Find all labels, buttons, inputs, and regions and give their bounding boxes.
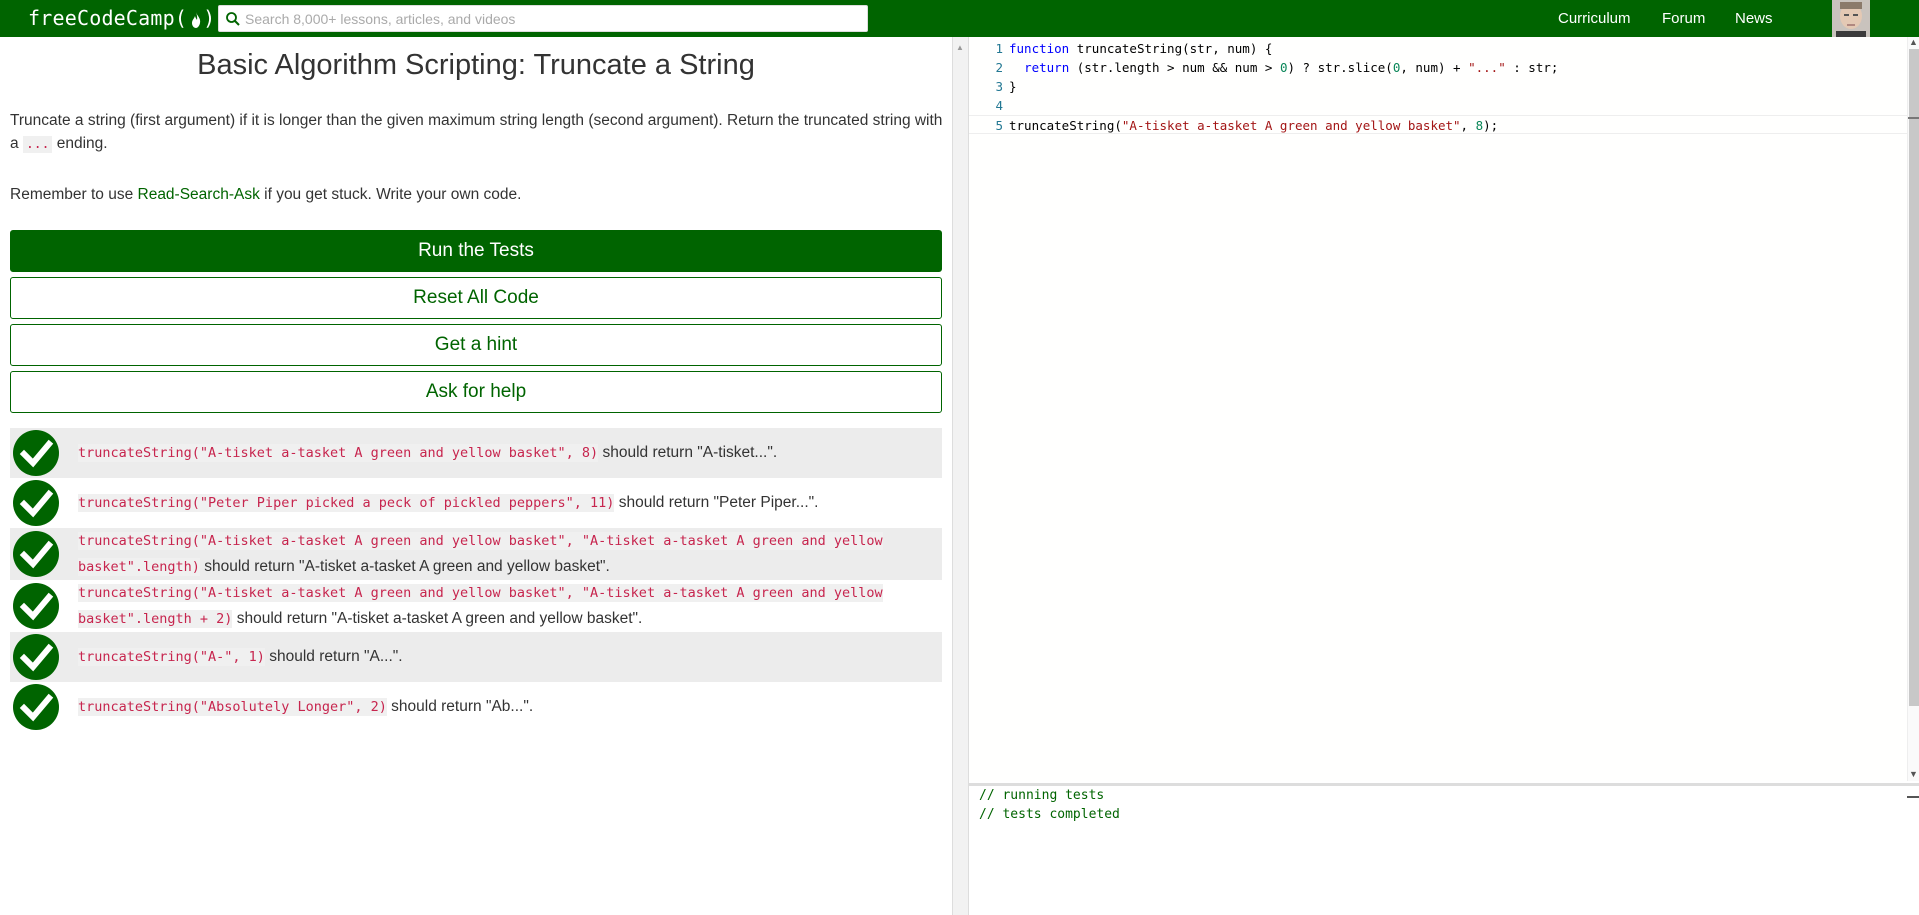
code-editor[interactable]: 1 function truncateString(str, num) { 2 r… bbox=[969, 37, 1919, 781]
user-avatar[interactable] bbox=[1832, 0, 1870, 37]
test-row: truncateString("A-tisket a-tasket A gree… bbox=[10, 528, 942, 580]
reset-code-button[interactable]: Reset All Code bbox=[10, 277, 942, 319]
code-line: 2 return (str.length > num && num > 0) ?… bbox=[969, 58, 1909, 77]
nav-link-forum[interactable]: Forum bbox=[1662, 0, 1705, 37]
test-code: truncateString("Absolutely Longer", 2) bbox=[78, 698, 387, 716]
editor-scrollbar[interactable]: ▲ ▼ bbox=[1907, 37, 1919, 781]
freecodecamp-logo[interactable]: freeCodeCamp() bbox=[28, 6, 215, 30]
check-circle-icon bbox=[13, 480, 59, 526]
scroll-down-arrow-icon[interactable]: ▼ bbox=[1909, 769, 1918, 779]
code-line-text: return (str.length > num && num > 0) ? s… bbox=[1024, 60, 1559, 75]
read-search-ask-link[interactable]: Read-Search-Ask bbox=[138, 186, 260, 203]
test-row: truncateString("Peter Piper picked a pec… bbox=[10, 478, 942, 528]
avatar-image bbox=[1832, 0, 1870, 37]
flame-icon bbox=[192, 11, 201, 28]
scrollbar-thumb[interactable] bbox=[1909, 49, 1919, 706]
code-line: 1 function truncateString(str, num) { bbox=[969, 39, 1909, 58]
line-number: 4 bbox=[995, 98, 1003, 113]
test-row: truncateString("A-", 1) should return "A… bbox=[10, 632, 942, 682]
code-line-text: function truncateString(str, num) { bbox=[1009, 41, 1273, 56]
challenge-title: Basic Algorithm Scripting: Truncate a St… bbox=[197, 49, 755, 81]
collapse-arrow-icon[interactable]: ▲ bbox=[956, 43, 964, 52]
test-row: truncateString("Absolutely Longer", 2) s… bbox=[10, 682, 942, 732]
search-icon bbox=[226, 12, 240, 26]
console-line: // running tests bbox=[979, 788, 1105, 803]
code-line-text: truncateString("A-tisket a-tasket A gree… bbox=[1009, 118, 1499, 133]
nav-link-curriculum[interactable]: Curriculum bbox=[1558, 0, 1631, 37]
test-description: truncateString("A-tisket a-tasket A gree… bbox=[78, 580, 942, 632]
test-expectation: should return "Ab...". bbox=[386, 698, 534, 715]
search-input[interactable] bbox=[245, 8, 855, 29]
test-code: truncateString("A-", 1) bbox=[78, 648, 265, 666]
test-description: truncateString("Peter Piper picked a pec… bbox=[78, 490, 838, 516]
logo-text-end: ) bbox=[203, 6, 216, 30]
test-description: truncateString("Absolutely Longer", 2) s… bbox=[78, 694, 553, 720]
test-list: truncateString("A-tisket a-tasket A gree… bbox=[10, 428, 942, 732]
nav-link-news[interactable]: News bbox=[1735, 0, 1773, 37]
test-description: truncateString("A-tisket a-tasket A gree… bbox=[78, 440, 797, 466]
description-text: Truncate a string (first argument) if it… bbox=[10, 112, 943, 152]
panel-resize-handle[interactable]: ▲ bbox=[952, 37, 969, 915]
test-expectation: should return "A...". bbox=[264, 648, 403, 665]
reminder-text-end: if you get stuck. Write your own code. bbox=[259, 186, 522, 203]
line-number: 2 bbox=[995, 60, 1003, 75]
test-expectation: should return "A-tisket a-tasket A green… bbox=[232, 610, 643, 627]
test-row: truncateString("A-tisket a-tasket A gree… bbox=[10, 428, 942, 478]
reminder-text: Remember to use bbox=[10, 186, 138, 203]
line-number: 5 bbox=[995, 118, 1003, 133]
navbar: freeCodeCamp() Curriculum Forum News bbox=[0, 0, 1919, 37]
check-circle-icon bbox=[13, 531, 59, 577]
line-number: 1 bbox=[995, 41, 1003, 56]
code-line: 3} bbox=[969, 77, 1909, 96]
check-circle-icon bbox=[13, 583, 59, 629]
code-line-text: } bbox=[1009, 79, 1017, 94]
description-text-end: ending. bbox=[52, 135, 108, 152]
check-circle-icon bbox=[13, 684, 59, 730]
test-expectation: should return "Peter Piper...". bbox=[614, 494, 819, 511]
test-expectation: should return "A-tisket a-tasket A green… bbox=[199, 558, 610, 575]
test-row: truncateString("A-tisket a-tasket A gree… bbox=[10, 580, 942, 632]
test-code: truncateString("A-tisket a-tasket A gree… bbox=[78, 444, 599, 462]
scroll-up-arrow-icon[interactable]: ▲ bbox=[1909, 37, 1918, 47]
test-description: truncateString("A-", 1) should return "A… bbox=[78, 644, 423, 670]
test-code: truncateString("Peter Piper picked a pec… bbox=[78, 494, 615, 512]
code-line-active: 5 truncateString("A-tisket a-tasket A gre… bbox=[969, 115, 1909, 134]
code-line: 4 bbox=[969, 96, 1909, 115]
cursor-line-indicator bbox=[1908, 117, 1919, 119]
check-circle-icon bbox=[13, 430, 59, 476]
console-line: // tests completed bbox=[979, 807, 1120, 822]
console-scroll-indicator bbox=[1907, 796, 1919, 798]
output-console: // running tests // tests completed bbox=[969, 783, 1919, 915]
check-circle-icon bbox=[13, 634, 59, 680]
challenge-description: Truncate a string (first argument) if it… bbox=[10, 109, 945, 156]
test-expectation: should return "A-tisket...". bbox=[598, 444, 778, 461]
logo-text: freeCodeCamp( bbox=[28, 6, 188, 30]
ask-for-help-button[interactable]: Ask for help bbox=[10, 371, 942, 413]
description-code: ... bbox=[22, 136, 53, 153]
challenge-reminder: Remember to use Read-Search-Ask if you g… bbox=[10, 183, 945, 206]
search-box[interactable] bbox=[218, 5, 868, 32]
test-description: truncateString("A-tisket a-tasket A gree… bbox=[78, 528, 942, 580]
line-number: 3 bbox=[995, 79, 1003, 94]
run-tests-button[interactable]: Run the Tests bbox=[10, 230, 942, 272]
get-hint-button[interactable]: Get a hint bbox=[10, 324, 942, 366]
